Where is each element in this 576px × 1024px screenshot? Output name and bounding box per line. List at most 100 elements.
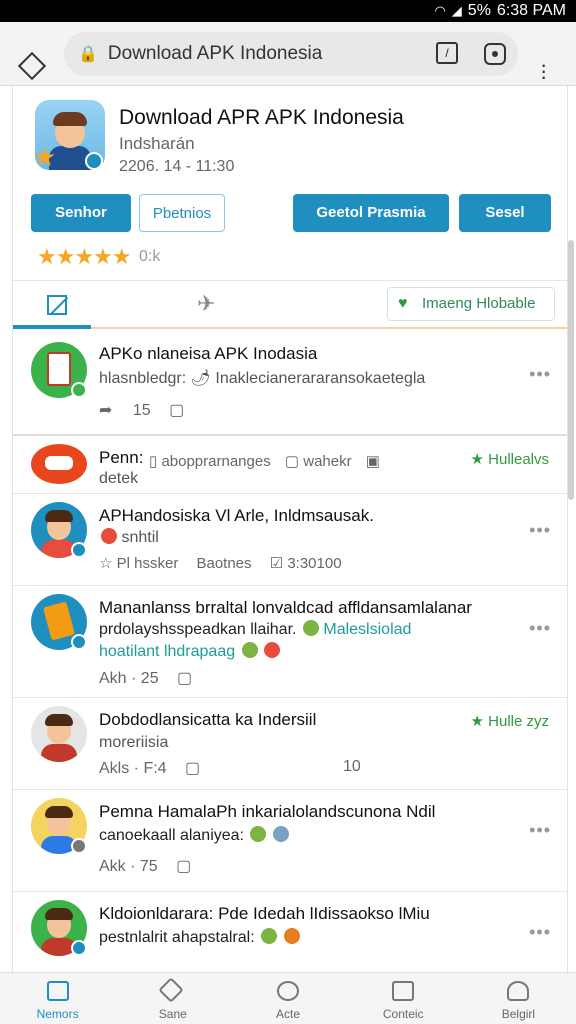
item-description: prdolayshsspeadkan llaihar. Maleslsiolad [99,620,411,639]
nav-content[interactable]: Conteic [346,973,461,1024]
avatar-hair [45,806,73,818]
green-label-text: Hulle zyz [488,713,549,730]
meta-count: 10 [343,758,361,775]
verified-icon [85,152,103,170]
item-description-text: snhtil [121,529,159,546]
gem-icon [250,826,267,842]
star-outline-icon[interactable]: ☆ [99,555,112,572]
item-description: pestnlalrit ahapstalral: [99,928,300,947]
app-subtitle: Indsharán [119,134,195,153]
tab-divider [13,327,567,329]
item-meta: Akk · 75 ▢ [99,856,191,876]
item-link[interactable]: Maleslsiolad [323,621,411,638]
edit-icon[interactable] [47,295,67,315]
app-title: Download APR APK Indonesia [119,106,404,129]
item-link-text: hoatilant lhdrapaag [99,643,236,660]
green-label-text: Hullealvs [488,451,549,468]
more-icon[interactable]: ••• [529,820,551,841]
outline-button[interactable]: Pbetnios [139,194,225,232]
app-date: 2206. 14 - 11:30 [119,158,235,175]
comment-icon[interactable]: ▢ [176,858,191,875]
status-bar: ◠ ◢ 5% 6:38 PAM [0,0,576,22]
more-icon[interactable]: ••• [529,520,551,541]
tab-bar: ✈ ♥ Imaeng Hlobable [13,280,567,332]
item-meta: ☆ Pl hssker Baotnes ☑ 3:30100 [99,554,342,572]
list-item[interactable]: Mananlanss brraltal lonvaldcad affldansa… [13,586,567,698]
address-bar[interactable]: 🔒 Download APK Indonesia / [64,32,518,76]
explore-icon [158,977,184,1003]
item-title: APKo nlaneisa APK Inodasia [99,344,318,363]
content-card: ★ Download APR APK Indonesia Indsharán 2… [12,86,568,972]
status-pill-label: Imaeng Hlobable [422,295,536,312]
menu-icon[interactable]: · · · [540,54,547,88]
scrollbar[interactable] [568,240,574,500]
phone-icon [47,352,71,386]
trash-icon[interactable]: ▯ [149,453,157,470]
nav-home[interactable]: Nemors [0,973,115,1024]
meta-label: Akls · F:4 [99,760,167,777]
check-icon[interactable]: ☑ [270,555,283,572]
clock: 6:38 PAM [496,2,566,19]
browser-toolbar: 🔒 Download APK Indonesia / · · · [0,22,576,88]
primary-button-2[interactable]: Geetol Prasmia [293,194,449,232]
gem-icon [302,620,319,636]
comment-icon[interactable]: ▢ [177,670,192,687]
item-title: Penn: [99,448,144,467]
nav-explore[interactable]: Sane [115,973,230,1024]
item-title: APHandosiska Vl Arle, Inldmsausak. [99,506,374,525]
item-description-text: prdolayshsspeadkan llaihar. [99,621,297,638]
more-icon[interactable]: ••• [529,618,551,639]
plane-icon[interactable]: ✈ [197,291,215,317]
more-icon[interactable]: ••• [529,364,551,385]
avatar [31,444,87,484]
list-item[interactable]: Dobdodlansicatta ka Indersiil moreriisia… [13,698,567,790]
square-icon[interactable]: ▢ [285,453,299,470]
app-icon[interactable]: ★ [33,100,105,172]
avatar-shape [45,456,73,470]
nav-activity[interactable]: Acte [230,973,345,1024]
square-icon [392,981,415,1001]
verified-icon [71,382,87,398]
record-icon[interactable] [484,43,506,65]
list-item[interactable]: Pemna HamalaPh inkarialolandscunona Ndil… [13,790,567,892]
tab-switcher-icon[interactable]: / [436,42,458,64]
active-tab-indicator [13,325,91,329]
item-title: Mananlanss brraltal lonvaldcad affldansa… [99,598,472,617]
list-item[interactable]: APHandosiska Vl Arle, Inldmsausak. snhti… [13,494,567,586]
verified-icon [71,838,87,854]
green-label: ★ Hulle zyz [470,713,549,730]
home-icon[interactable] [17,51,47,81]
item-title: Kldoionldarara: Pde Idedah lIdissaokso l… [99,904,430,923]
primary-button-1[interactable]: Senhor [31,194,131,232]
rating-count: 0:k [139,248,161,265]
more-icon[interactable]: ••• [529,922,551,943]
comment-icon[interactable]: ▢ [185,760,200,777]
status-pill[interactable]: ♥ Imaeng Hlobable [387,287,555,321]
list-item[interactable]: Kldoionldarara: Pde Idedah lIdissaokso l… [13,892,567,972]
tag-label: wahekr [303,453,352,470]
tag-label: abopprarnanges [161,453,271,470]
list-item[interactable]: APKo nlaneisa APK Inodasia hlasnbledgr: … [13,334,567,436]
meta-label: Baotnes [196,555,252,572]
item-description: snhtil [99,528,159,547]
avatar [31,706,87,762]
chat-icon[interactable]: ▣ [366,453,380,470]
list-item[interactable]: Penn: detek ▯ abopprarnanges ▢ wahekr ▣ … [13,436,567,494]
item-description: detek [99,470,139,487]
comment-icon[interactable]: ▢ [169,402,184,419]
nav-profile[interactable]: Belgirl [461,973,576,1024]
avatar-hair [45,714,73,726]
item-link-line[interactable]: hoatilant lhdrapaag [99,642,281,661]
share-icon[interactable]: ➦ [99,402,112,419]
star-icon: ★ [33,142,57,172]
item-meta: ➦ 15 ▢ [99,400,184,420]
nav-label: Conteic [382,1007,424,1021]
nav-label: Nemors [36,1007,79,1021]
item-title: Dobdodlansicatta ka Indersiil [99,710,317,729]
avatar-body [41,744,77,762]
nav-label: Sane [158,1007,187,1021]
nav-label: Belgirl [501,1007,536,1021]
primary-button-3[interactable]: Sesel [459,194,551,232]
url-text: Download APK Indonesia [107,43,323,64]
heart-icon: ♥ [398,295,408,312]
